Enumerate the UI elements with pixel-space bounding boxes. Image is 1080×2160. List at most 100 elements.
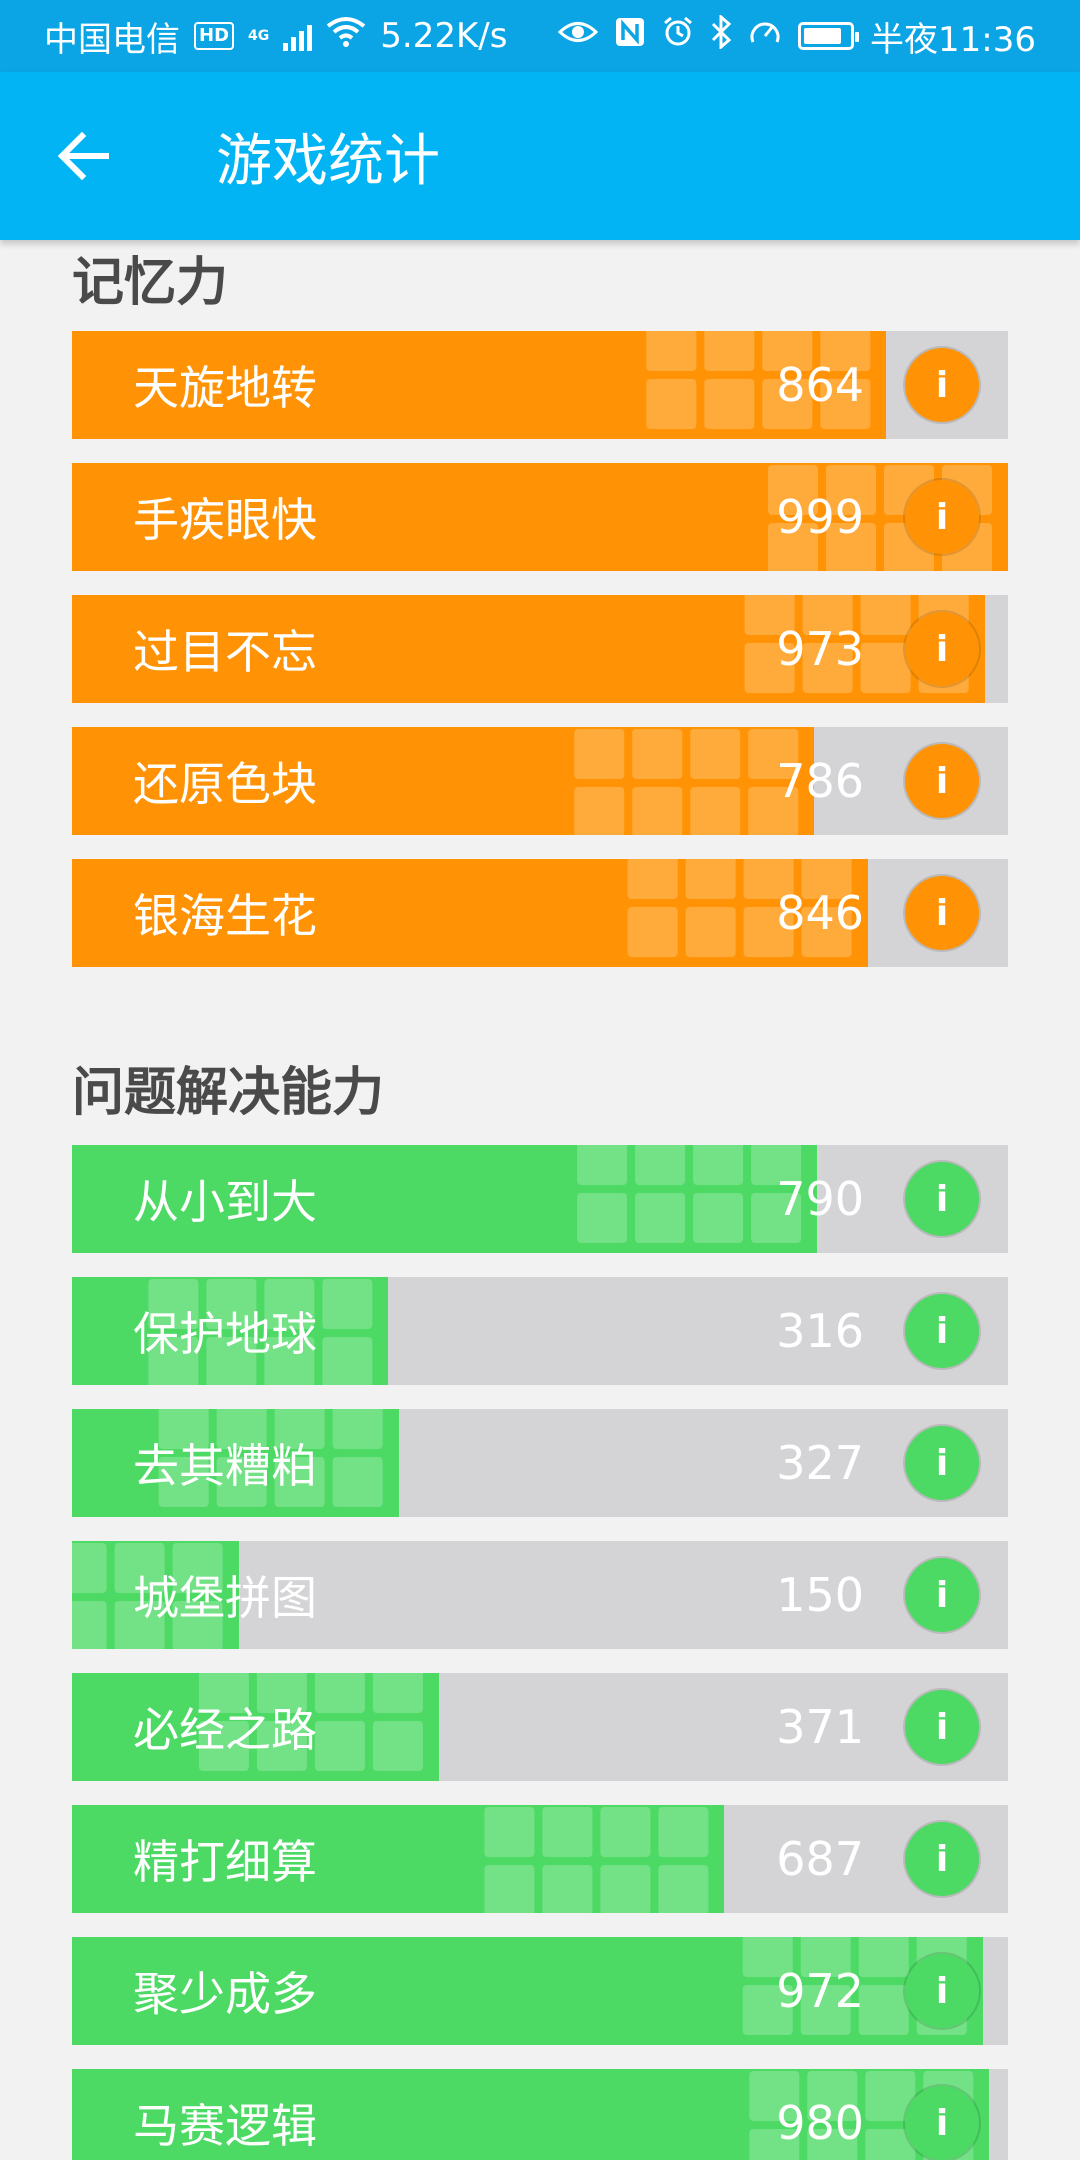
game-name: 手疾眼快 [133,493,317,547]
info-icon: i [935,892,949,934]
game-score: 687 [776,1832,864,1886]
info-button[interactable]: i [905,1822,979,1896]
info-button[interactable]: i [905,1426,979,1500]
pattern-tile [574,729,625,779]
pattern-tile [635,1193,686,1243]
status-bar-left: 中国电信 HD 4G 5.22K/s [44,0,507,72]
game-row-1-0[interactable]: 从小到大 790 i [72,1145,1008,1253]
section-title-problem-solving: 问题解决能力 [72,1063,385,1123]
section-title-memory: 记忆力 [72,253,229,313]
game-score: 327 [776,1436,864,1490]
info-button[interactable]: i [905,1558,979,1632]
game-row-1-5[interactable]: 精打细算 687 i [72,1805,1008,1913]
pattern-tile [314,1673,365,1713]
game-row-1-2[interactable]: 去其糟粕 327 i [72,1409,1008,1517]
game-name: 必经之路 [133,1703,317,1757]
pattern-tile [574,787,625,835]
pattern-tile [484,1865,535,1913]
game-name: 精打细算 [133,1835,317,1889]
game-row-1-1[interactable]: 保护地球 316 i [72,1277,1008,1385]
pattern-tile [693,1145,744,1185]
alarm-icon [662,16,694,57]
pattern-tile [627,907,678,957]
carrier-name: 中国电信 [44,19,180,60]
pattern-tile [600,1865,651,1913]
pattern-tile [704,331,755,371]
info-button[interactable]: i [905,1162,979,1236]
pattern-tile [860,643,911,693]
pattern-tile [693,1193,744,1243]
pattern-tile [542,1807,593,1857]
game-row-1-4[interactable]: 必经之路 371 i [72,1673,1008,1781]
pattern-tile [332,1457,383,1507]
info-icon: i [935,760,949,802]
back-arrow-icon [57,131,109,181]
game-row-1-7[interactable]: 马赛逻辑 980 i [72,2069,1008,2160]
info-button[interactable]: i [905,744,979,818]
info-button[interactable]: i [905,876,979,950]
status-bar-right: 半夜11:36 [557,0,1036,72]
game-score: 150 [776,1568,864,1622]
network-type-label: 4G [248,28,270,44]
info-button[interactable]: i [905,1294,979,1368]
game-row-1-3[interactable]: 城堡拼图 150 i [72,1541,1008,1649]
game-row-1-6[interactable]: 聚少成多 972 i [72,1937,1008,2045]
info-icon: i [935,1574,949,1616]
pattern-tile [704,379,755,429]
eye-icon [557,16,599,56]
game-name: 还原色块 [133,757,317,811]
network-type: 4G [248,29,269,43]
game-row-0-2[interactable]: 过目不忘 973 i [72,595,1008,703]
stats-list[interactable]: 记忆力 天旋地转 864 i 手疾眼快 999 i 过目不忘 973 i 还原色… [0,240,1080,2160]
info-button[interactable]: i [905,1690,979,1764]
pattern-tile [685,907,736,957]
pattern-tile [542,1865,593,1913]
info-icon: i [935,628,949,670]
info-button[interactable]: i [905,2086,979,2160]
pattern-tile [72,1543,107,1593]
speedometer-icon [748,16,782,57]
pattern-tile [372,1673,423,1713]
pattern-tile [658,1865,709,1913]
bluetooth-icon [710,13,732,58]
hd-badge: HD [194,22,235,50]
pattern-tile [632,729,683,779]
pattern-tile [322,1279,373,1329]
game-name: 城堡拼图 [133,1571,317,1625]
game-name: 保护地球 [133,1307,317,1361]
pattern-tile [658,1807,709,1857]
game-row-0-4[interactable]: 银海生花 846 i [72,859,1008,967]
info-icon: i [935,1970,949,2012]
pattern-tile [372,1721,423,1771]
network-speed: 5.22K/s [380,16,508,56]
info-icon: i [935,1838,949,1880]
back-button[interactable] [44,122,124,190]
game-score: 999 [776,490,864,544]
game-name: 马赛逻辑 [133,2099,317,2153]
info-icon: i [935,1442,949,1484]
game-row-0-0[interactable]: 天旋地转 864 i [72,331,1008,439]
battery-level [804,28,842,44]
info-button[interactable]: i [905,480,979,554]
game-score: 316 [776,1304,864,1358]
pattern-tile [72,1601,107,1649]
info-button[interactable]: i [905,1954,979,2028]
info-button[interactable]: i [905,348,979,422]
pattern-tile [632,787,683,835]
page-title: 游戏统计 [216,128,440,194]
game-name: 银海生花 [133,889,317,943]
game-name: 聚少成多 [133,1967,317,2021]
pattern-tile [858,1985,909,2035]
pattern-tile [858,1937,909,1977]
game-row-0-3[interactable]: 还原色块 786 i [72,727,1008,835]
game-row-0-1[interactable]: 手疾眼快 999 i [72,463,1008,571]
pattern-tile [646,331,697,371]
game-name: 去其糟粕 [133,1439,317,1493]
info-button[interactable]: i [905,612,979,686]
pattern-tile [635,1145,686,1185]
game-score: 980 [776,2096,864,2150]
pattern-tile [646,379,697,429]
game-name: 天旋地转 [133,361,317,415]
pattern-tile [314,1721,365,1771]
game-score: 972 [776,1964,864,2018]
